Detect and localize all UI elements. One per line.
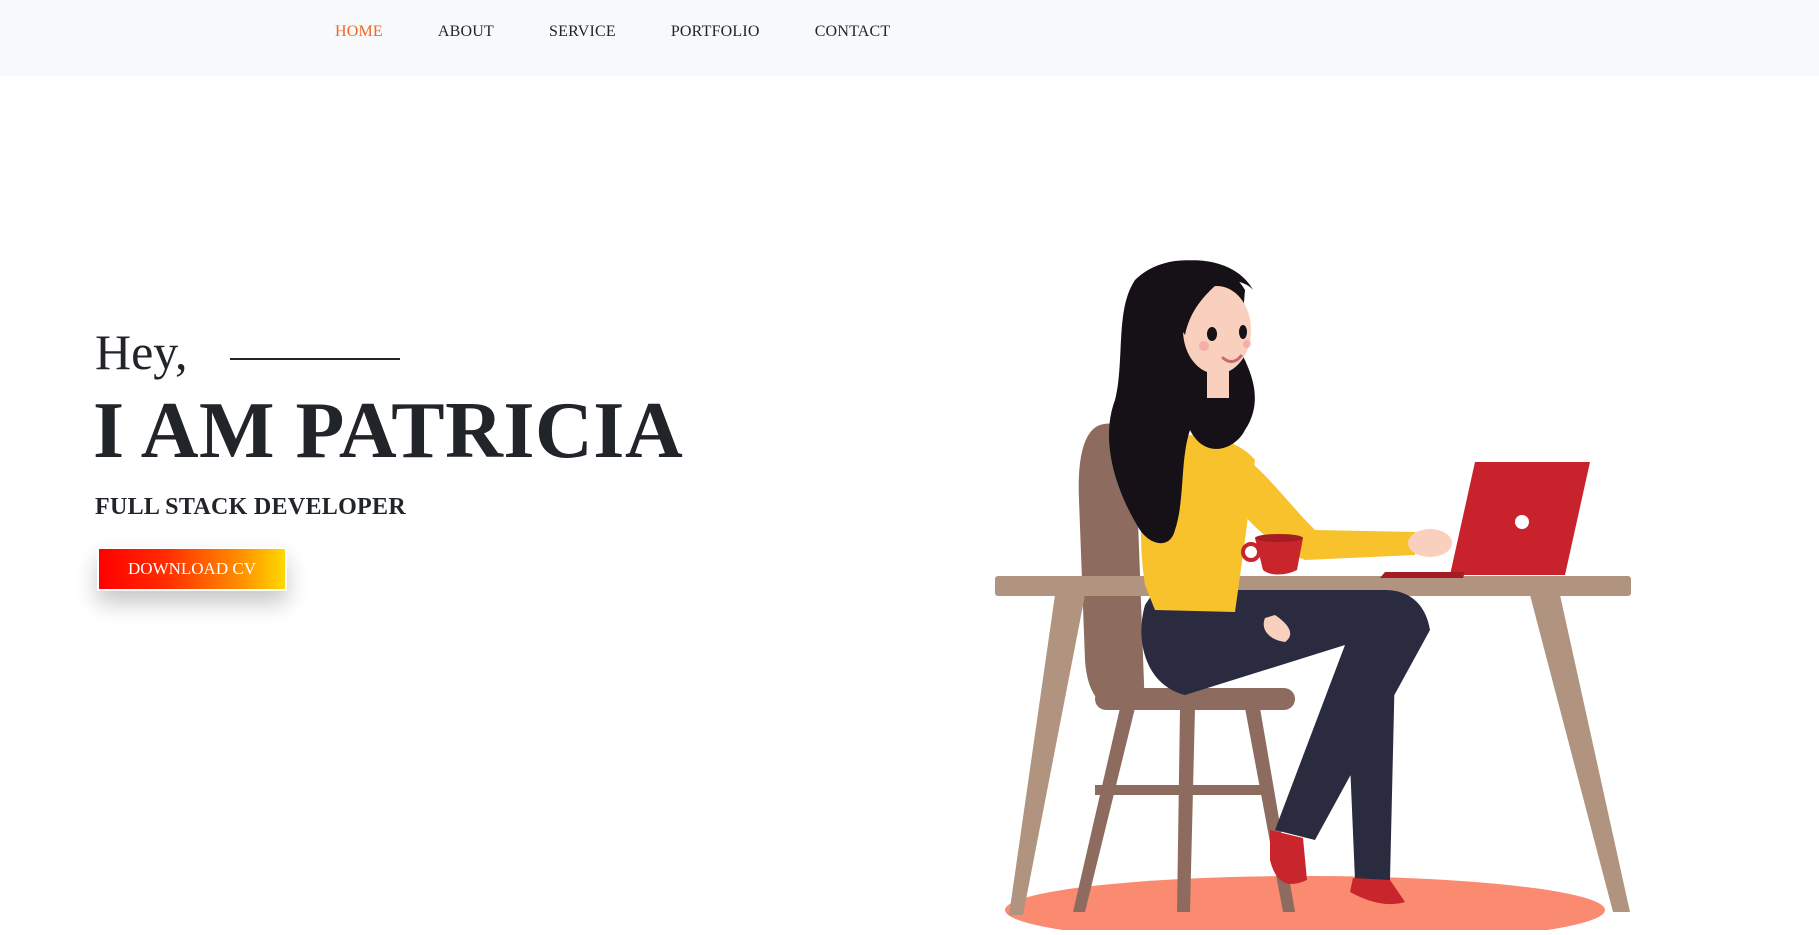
hero-role: FULL STACK DEVELOPER [95, 494, 406, 520]
hero-illustration [985, 240, 1645, 935]
navbar: HOME ABOUT SERVICE PORTFOLIO CONTACT [0, 0, 1819, 76]
nav-home[interactable]: HOME [335, 23, 383, 41]
woman-working-at-laptop-illustration [995, 260, 1631, 935]
nav-portfolio[interactable]: PORTFOLIO [671, 23, 760, 41]
nav-links: HOME ABOUT SERVICE PORTFOLIO CONTACT [335, 0, 945, 64]
greeting-row: Hey, [95, 320, 683, 384]
nav-contact[interactable]: CONTACT [815, 23, 891, 41]
greeting-text: Hey, [95, 324, 188, 380]
nav-about[interactable]: ABOUT [438, 23, 494, 41]
hero-section: Hey, I AM PATRICIA FULL STACK DEVELOPER … [93, 320, 684, 591]
hero-name: I AM PATRICIA [93, 387, 684, 475]
download-cv-button[interactable]: DOWNLOAD CV [97, 547, 287, 591]
greeting-divider [229, 358, 400, 360]
nav-service[interactable]: SERVICE [549, 23, 616, 41]
